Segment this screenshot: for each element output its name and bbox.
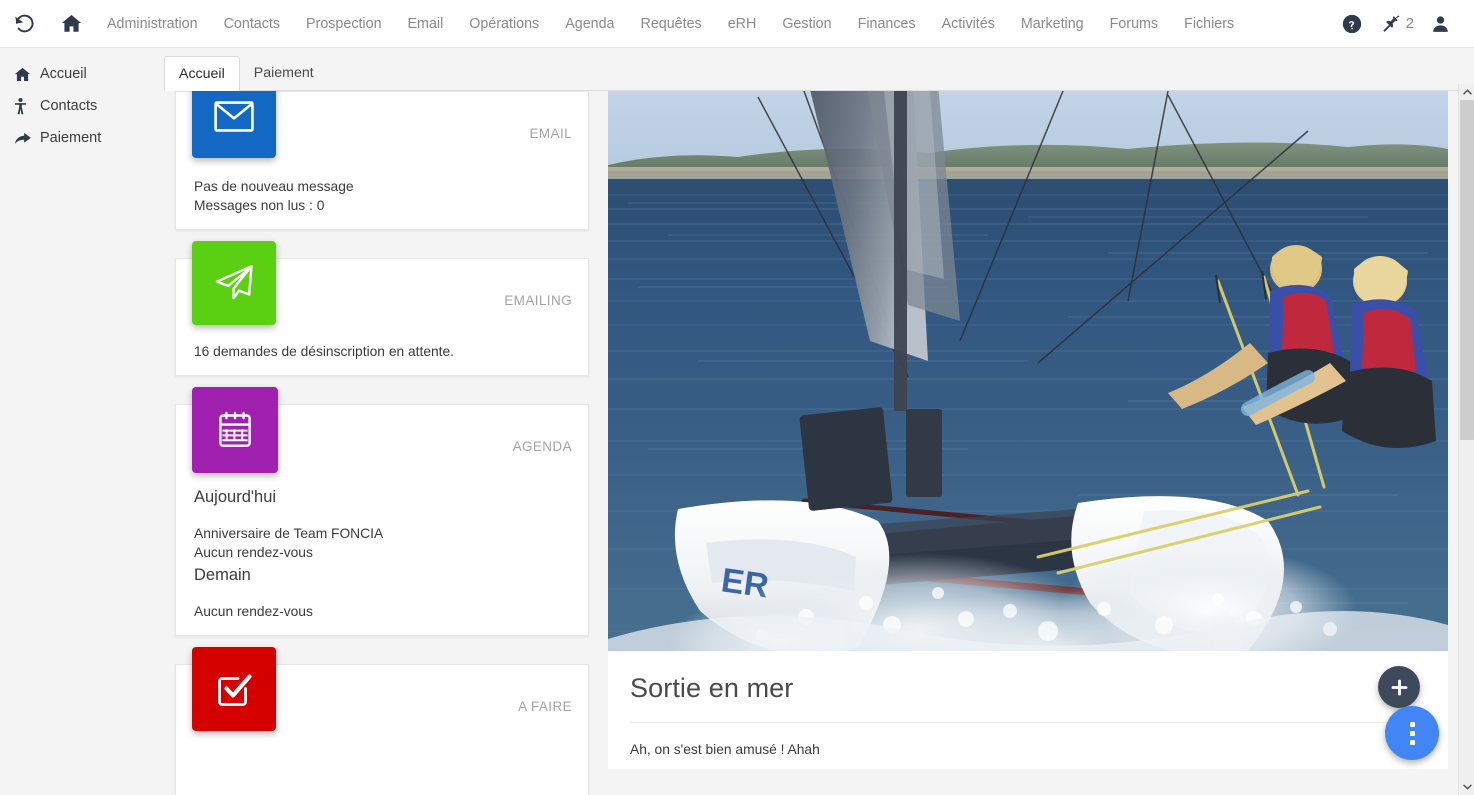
envelope-icon	[192, 91, 276, 158]
plus-icon	[1390, 678, 1409, 697]
nav-item-erh[interactable]: eRH	[715, 0, 770, 48]
agenda-today-label: Aujourd'hui	[194, 488, 277, 506]
todo-placeholder-3	[194, 786, 570, 795]
scrollbar-thumb[interactable]	[1460, 100, 1474, 440]
nav-item-agenda[interactable]: Agenda	[552, 0, 627, 48]
chevron-up-icon[interactable]	[1459, 84, 1474, 100]
nav-item-marketing[interactable]: Marketing	[1008, 0, 1097, 48]
agenda-spacer-2	[194, 588, 570, 602]
nav-item-finances[interactable]: Finances	[845, 0, 929, 48]
nav-item-forums[interactable]: Forums	[1097, 0, 1171, 48]
sidebar-item-accueil[interactable]: Accueil	[0, 58, 164, 90]
sidebar-item-contacts[interactable]: Contacts	[0, 90, 164, 122]
card-agenda[interactable]: AGENDA Aujourd'hui Anniversaire de Team …	[175, 387, 589, 636]
nav-item-operations[interactable]: Opérations	[456, 0, 552, 48]
nav-item-gestion[interactable]: Gestion	[769, 0, 844, 48]
card-email[interactable]: EMAIL Pas de nouveau message Messages no…	[175, 91, 589, 230]
sidebar-item-label: Accueil	[40, 66, 87, 82]
nav-item-requetes[interactable]: Requêtes	[628, 0, 715, 48]
content-area: EMAIL Pas de nouveau message Messages no…	[164, 91, 1458, 795]
emailing-status-line: 16 demandes de désinscription en attente…	[194, 344, 455, 359]
email-unread-line: Messages non lus : 0	[194, 198, 325, 213]
widget-card-column: EMAIL Pas de nouveau message Messages no…	[175, 91, 589, 795]
nav-item-administration[interactable]: Administration	[94, 0, 211, 48]
main-nav-menu: Administration Contacts Prospection Emai…	[94, 0, 1247, 48]
agenda-today-appointments: Aucun rendez-vous	[194, 545, 313, 560]
topbar-actions: 2	[1332, 0, 1474, 48]
help-circle-icon[interactable]	[1332, 0, 1372, 48]
article-text: Ah, on s'est bien amusé ! Ahah	[630, 742, 820, 757]
vertical-dots-icon	[1409, 720, 1415, 747]
sidebar-item-paiement[interactable]: Paiement	[0, 122, 164, 154]
article-panel: ER Sortie en mer Ah, on s'est bien amusé…	[608, 91, 1448, 769]
chevron-down-icon[interactable]	[1459, 779, 1474, 795]
card-body: Aujourd'hui Anniversaire de Team FONCIA …	[176, 454, 588, 621]
email-status-line: Pas de nouveau message	[194, 179, 354, 194]
nav-item-fichiers[interactable]: Fichiers	[1171, 0, 1247, 48]
agenda-today-event: Anniversaire de Team FONCIA	[194, 526, 384, 541]
agenda-tomorrow-label: Demain	[194, 566, 251, 584]
left-sidebar: Accueil Contacts Paiement	[0, 48, 164, 795]
home-icon	[14, 67, 40, 82]
card-emailing[interactable]: EMAILING 16 demandes de désinscription e…	[175, 241, 589, 376]
nav-item-email[interactable]: Email	[395, 0, 457, 48]
more-options-fab[interactable]	[1385, 706, 1439, 760]
tab-accueil[interactable]: Accueil	[164, 56, 240, 91]
plug-count-badge: 2	[1405, 15, 1414, 32]
sidebar-item-label: Contacts	[40, 98, 98, 114]
todo-placeholder	[194, 748, 570, 767]
article-title: Sortie en mer	[630, 651, 1426, 723]
top-navigation-bar: Administration Contacts Prospection Emai…	[0, 0, 1474, 48]
share-arrow-icon	[14, 131, 40, 146]
nav-item-contacts[interactable]: Contacts	[211, 0, 293, 48]
user-avatar-icon[interactable]	[1420, 0, 1460, 48]
paper-plane-icon	[192, 241, 276, 325]
catamaran-sailing-photo: ER	[608, 91, 1448, 651]
tab-strip: Accueil Paiement	[164, 48, 1474, 91]
tab-paiement[interactable]: Paiement	[240, 56, 328, 91]
calendar-icon	[192, 387, 278, 473]
agenda-spacer	[194, 510, 570, 524]
history-rewind-icon[interactable]	[0, 0, 48, 48]
nav-item-prospection[interactable]: Prospection	[293, 0, 395, 48]
article-body: Sortie en mer Ah, on s'est bien amusé ! …	[608, 651, 1448, 769]
agenda-tomorrow-appointments: Aucun rendez-vous	[194, 604, 313, 619]
nav-item-activites[interactable]: Activités	[929, 0, 1008, 48]
vertical-scrollbar[interactable]	[1458, 84, 1474, 795]
sidebar-item-label: Paiement	[40, 130, 102, 146]
person-icon	[14, 97, 40, 115]
todo-placeholder-2	[194, 767, 570, 786]
home-icon[interactable]	[48, 0, 94, 48]
add-button-fab[interactable]	[1378, 666, 1420, 708]
card-todo[interactable]: A FAIRE	[175, 647, 589, 795]
checkbox-checked-icon	[192, 647, 276, 731]
